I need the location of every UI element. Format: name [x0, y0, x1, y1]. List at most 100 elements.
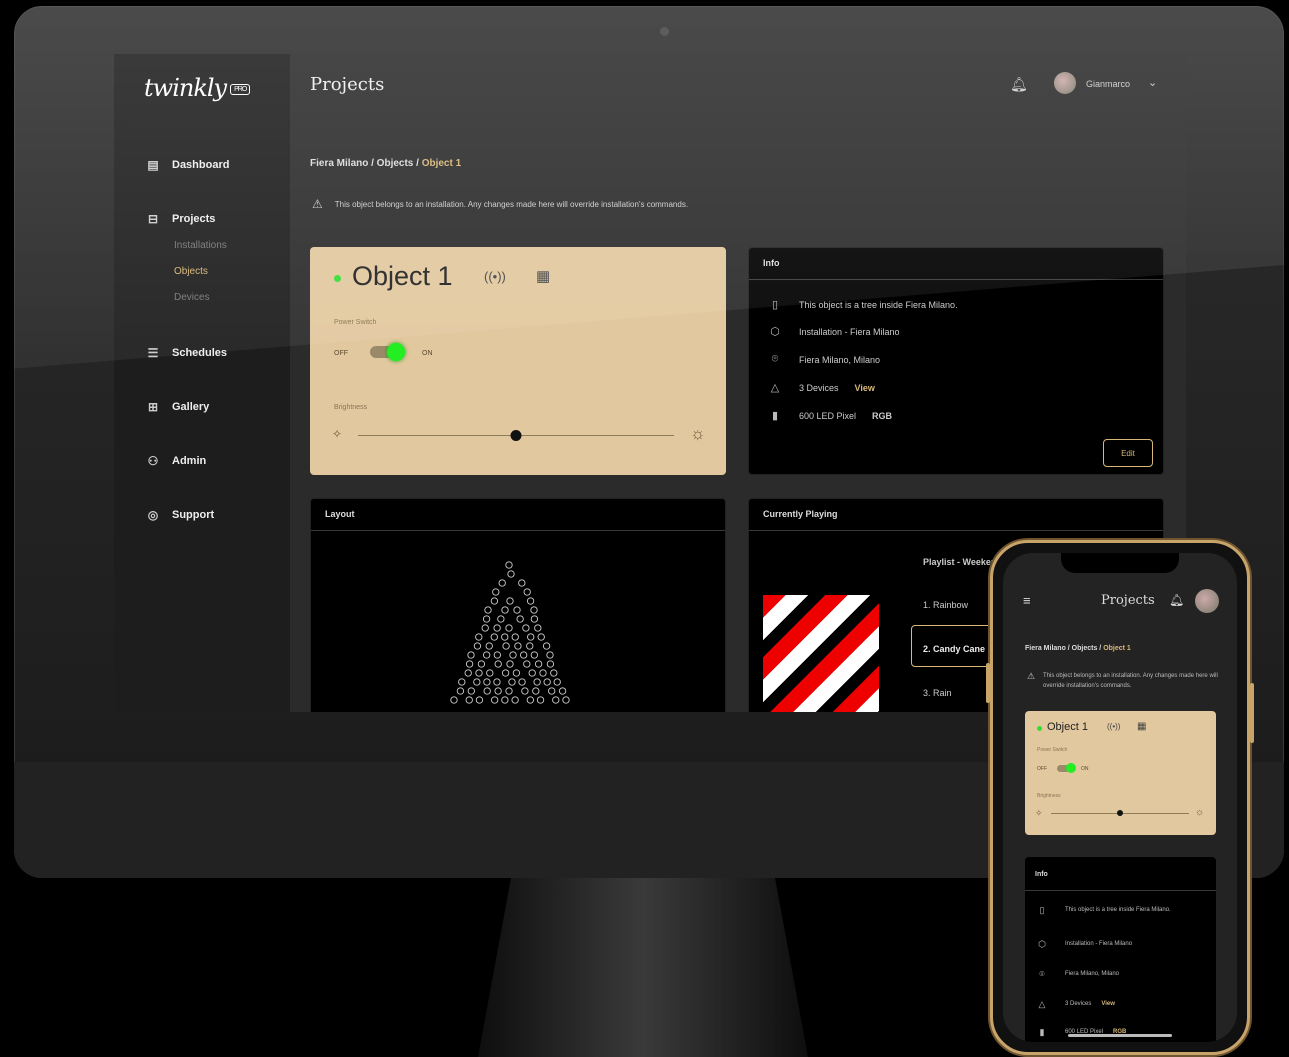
- led-ring: [483, 687, 491, 695]
- user-name[interactable]: Gianmarco: [1086, 79, 1130, 89]
- info-row-installation: ⬡ Installation - Fiera Milano: [1035, 939, 1210, 949]
- playlist-item-active[interactable]: 2. Candy Cane: [923, 644, 985, 654]
- info-row-text: 600 LED Pixel: [799, 410, 857, 421]
- broadcast-icon[interactable]: ((•)): [1107, 722, 1120, 731]
- led-ring: [539, 669, 547, 677]
- layout-card: Layout: [310, 498, 726, 712]
- brightness-slider-handle[interactable]: [1117, 810, 1123, 816]
- sidebar-item-support[interactable]: ◎ Support: [146, 508, 214, 522]
- phone-object-title: Object 1: [1047, 721, 1088, 733]
- led-ring: [558, 687, 567, 695]
- led-ring: [553, 678, 561, 686]
- page-title: Projects: [310, 74, 385, 95]
- toggle-knob[interactable]: [1066, 763, 1076, 773]
- info-row-text: Installation - Fiera Milano: [1065, 941, 1133, 947]
- power-toggle[interactable]: [370, 343, 405, 361]
- phone-frame: ≡ Projects 🔔︎ Fiera Milano / Objects / O…: [986, 540, 1254, 1055]
- led-ring: [526, 696, 534, 704]
- playlist-item[interactable]: 1. Rainbow: [923, 600, 968, 610]
- led-ring: [492, 588, 500, 596]
- sidebar-item-label: Admin: [172, 455, 207, 467]
- led-ring: [493, 651, 501, 659]
- document-icon: ▯: [771, 299, 779, 311]
- info-row-location: ⌾ Fiera Milano, Milano: [765, 353, 880, 366]
- status-dot: [334, 275, 341, 282]
- led-ring: [512, 669, 521, 677]
- led-ring: [502, 642, 510, 650]
- sidebar-item-gallery[interactable]: ⊞ Gallery: [146, 400, 209, 414]
- admin-icon: ⚇: [147, 454, 159, 468]
- sidebar-item-projects[interactable]: ⊟ Projects: [146, 212, 215, 226]
- led-ring: [534, 660, 543, 668]
- brightness-label: Brightness: [1037, 793, 1061, 799]
- view-devices-link[interactable]: View: [855, 383, 875, 393]
- avatar[interactable]: [1054, 72, 1076, 94]
- effect-thumbnail[interactable]: [763, 595, 879, 712]
- broadcast-icon[interactable]: ((•)): [484, 269, 506, 284]
- led-ring: [494, 687, 502, 695]
- led-ring: [467, 687, 475, 695]
- led-ring: [477, 660, 486, 668]
- info-row-location: ⌾ Fiera Milano, Milano: [1035, 969, 1210, 979]
- calendar-icon[interactable]: ▦: [1137, 721, 1146, 732]
- led-ring: [523, 588, 531, 596]
- sidebar-subitem-installations[interactable]: Installations: [174, 240, 227, 251]
- location-pin-icon: ⌾: [1039, 969, 1045, 979]
- phone-info-title: Info: [1025, 857, 1216, 891]
- sidebar-item-admin[interactable]: ⚇ Admin: [146, 454, 207, 468]
- breadcrumb-path[interactable]: Fiera Milano / Objects /: [1025, 645, 1103, 652]
- brightness-slider[interactable]: [1051, 810, 1189, 816]
- led-ring: [518, 579, 526, 587]
- led-ring: [542, 642, 551, 650]
- led-ring: [562, 696, 570, 704]
- tree-layout-graphic: [450, 561, 570, 704]
- twinkly-logo[interactable]: twinkly PRO: [144, 74, 251, 102]
- breadcrumb: Fiera Milano / Objects / Object 1: [310, 158, 461, 169]
- warning-text: This object belongs to an installation. …: [334, 199, 689, 209]
- sidebar-item-schedules[interactable]: ☰ Schedules: [146, 346, 227, 360]
- brightness-slider-handle[interactable]: [510, 430, 522, 441]
- led-ring: [465, 696, 473, 704]
- brightness-slider[interactable]: [358, 430, 674, 441]
- sidebar-subitem-objects[interactable]: Objects: [174, 266, 208, 277]
- led-ring: [501, 633, 509, 641]
- avatar[interactable]: [1195, 589, 1219, 613]
- warning-icon: ⚠: [312, 197, 323, 211]
- playlist-label: Playlist - Weekend: [923, 557, 1002, 567]
- led-ring: [537, 633, 545, 641]
- led-ring: [511, 633, 519, 641]
- led-ring: [501, 696, 509, 704]
- phone-side-button: [1250, 683, 1254, 743]
- view-devices-link[interactable]: View: [1101, 999, 1115, 1009]
- calendar-icon[interactable]: ▦: [536, 267, 550, 285]
- phone-breadcrumb: Fiera Milano / Objects / Object 1: [1025, 645, 1131, 652]
- led-ring: [483, 651, 491, 659]
- toggle-knob[interactable]: [387, 343, 405, 361]
- rgb-badge: RGB: [872, 410, 893, 421]
- chevron-down-icon[interactable]: ⌄: [1148, 76, 1157, 89]
- playlist-item[interactable]: 3. Rain: [923, 688, 952, 698]
- led-ring: [521, 687, 529, 695]
- on-label: ON: [1081, 766, 1089, 772]
- bell-icon[interactable]: 🔔︎: [1169, 593, 1184, 607]
- led-ring: [509, 651, 517, 659]
- led-ring: [490, 633, 498, 641]
- led-ring: [533, 678, 541, 686]
- hamburger-menu-icon[interactable]: ≡: [1023, 593, 1031, 608]
- breadcrumb-path[interactable]: Fiera Milano / Objects /: [310, 158, 422, 169]
- breadcrumb-current: Object 1: [421, 158, 462, 169]
- info-row-devices: △ 3 Devices View: [1035, 999, 1210, 1009]
- phone-volume-button: [986, 663, 990, 703]
- sidebar-item-dashboard[interactable]: ▤ Dashboard: [146, 158, 229, 172]
- info-row-text: This object is a tree inside Fiera Milan…: [799, 299, 958, 310]
- info-row-text: Fiera Milano, Milano: [799, 354, 881, 365]
- info-row-text: 3 Devices: [799, 382, 839, 393]
- power-toggle[interactable]: [1057, 763, 1076, 773]
- led-ring: [505, 687, 513, 695]
- installation-icon: ⬡: [770, 326, 780, 338]
- led-ring: [506, 597, 514, 605]
- led-ring: [527, 633, 535, 641]
- bell-icon[interactable]: 🔔︎: [1010, 76, 1028, 93]
- sidebar-subitem-devices[interactable]: Devices: [174, 292, 210, 303]
- edit-button[interactable]: Edit: [1103, 439, 1153, 467]
